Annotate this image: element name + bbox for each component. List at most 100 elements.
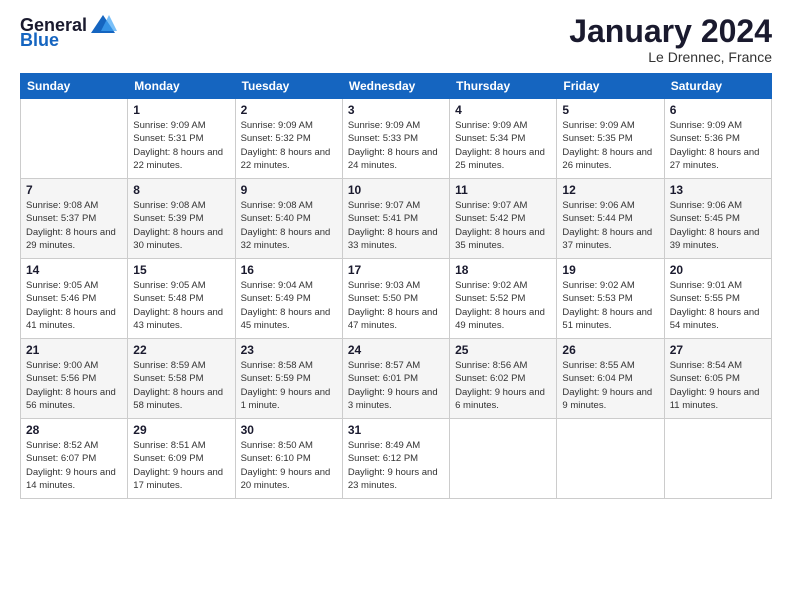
- day-number: 6: [670, 103, 766, 117]
- page: General Blue January 2024 Le Drennec, Fr…: [0, 0, 792, 612]
- day-info: Sunrise: 8:57 AMSunset: 6:01 PMDaylight:…: [348, 359, 444, 412]
- calendar-cell: 11 Sunrise: 9:07 AMSunset: 5:42 PMDayligh…: [450, 179, 557, 259]
- day-number: 17: [348, 263, 444, 277]
- day-number: 28: [26, 423, 122, 437]
- calendar-cell: 21Sunrise: 9:00 AMSunset: 5:56 PMDayligh…: [21, 339, 128, 419]
- day-info: Sunrise: 9:09 AMSunset: 5:33 PMDaylight:…: [348, 119, 444, 172]
- day-number: 22: [133, 343, 229, 357]
- day-info: Sunrise: 9:09 AMSunset: 5:36 PMDaylight:…: [670, 119, 766, 172]
- day-info: Sunrise: 9:02 AMSunset: 5:53 PMDaylight:…: [562, 279, 658, 332]
- day-info: Sunrise: 9:06 AMSunset: 5:44 PMDaylight:…: [562, 199, 658, 252]
- calendar-cell: [664, 419, 771, 499]
- day-info: Sunrise: 9:07 AMSunset: 5:41 PMDaylight:…: [348, 199, 444, 252]
- day-info: Sunrise: 8:54 AMSunset: 6:05 PMDaylight:…: [670, 359, 766, 412]
- day-info: Sunrise: 9:09 AMSunset: 5:31 PMDaylight:…: [133, 119, 229, 172]
- day-info: Sunrise: 9:07 AMSunset: 5:42 PMDaylight:…: [455, 199, 551, 252]
- logo-blue: Blue: [20, 31, 59, 49]
- calendar-cell: 4 Sunrise: 9:09 AMSunset: 5:34 PMDaylight…: [450, 99, 557, 179]
- day-number: 16: [241, 263, 337, 277]
- day-number: 10: [348, 183, 444, 197]
- logo-icon: [89, 13, 117, 35]
- day-info: Sunrise: 8:58 AMSunset: 5:59 PMDaylight:…: [241, 359, 337, 412]
- day-info: Sunrise: 8:55 AMSunset: 6:04 PMDaylight:…: [562, 359, 658, 412]
- location: Le Drennec, France: [569, 49, 772, 65]
- calendar-cell: [450, 419, 557, 499]
- month-title: January 2024: [569, 15, 772, 47]
- day-info: Sunrise: 9:03 AMSunset: 5:50 PMDaylight:…: [348, 279, 444, 332]
- calendar-week-row: 28Sunrise: 8:52 AMSunset: 6:07 PMDayligh…: [21, 419, 772, 499]
- day-number: 30: [241, 423, 337, 437]
- calendar-week-row: 21Sunrise: 9:00 AMSunset: 5:56 PMDayligh…: [21, 339, 772, 419]
- day-number: 7: [26, 183, 122, 197]
- day-number: 19: [562, 263, 658, 277]
- day-number: 9: [241, 183, 337, 197]
- calendar-cell: 31 Sunrise: 8:49 AMSunset: 6:12 PMDayligh…: [342, 419, 449, 499]
- day-info: Sunrise: 9:04 AMSunset: 5:49 PMDaylight:…: [241, 279, 337, 332]
- day-number: 11: [455, 183, 551, 197]
- day-number: 14: [26, 263, 122, 277]
- day-info: Sunrise: 9:02 AMSunset: 5:52 PMDaylight:…: [455, 279, 551, 332]
- day-info: Sunrise: 9:00 AMSunset: 5:56 PMDaylight:…: [26, 359, 122, 412]
- calendar-cell: 23Sunrise: 8:58 AMSunset: 5:59 PMDayligh…: [235, 339, 342, 419]
- calendar-cell: 17 Sunrise: 9:03 AMSunset: 5:50 PMDayligh…: [342, 259, 449, 339]
- logo: General Blue: [20, 15, 117, 49]
- header: General Blue January 2024 Le Drennec, Fr…: [20, 15, 772, 65]
- header-saturday: Saturday: [664, 74, 771, 99]
- calendar-cell: 14Sunrise: 9:05 AMSunset: 5:46 PMDayligh…: [21, 259, 128, 339]
- calendar-cell: 22 Sunrise: 8:59 AMSunset: 5:58 PMDayligh…: [128, 339, 235, 419]
- day-info: Sunrise: 8:50 AMSunset: 6:10 PMDaylight:…: [241, 439, 337, 492]
- day-number: 29: [133, 423, 229, 437]
- day-info: Sunrise: 9:08 AMSunset: 5:37 PMDaylight:…: [26, 199, 122, 252]
- calendar-cell: 5Sunrise: 9:09 AMSunset: 5:35 PMDaylight…: [557, 99, 664, 179]
- day-number: 18: [455, 263, 551, 277]
- day-number: 24: [348, 343, 444, 357]
- calendar-cell: 30 Sunrise: 8:50 AMSunset: 6:10 PMDayligh…: [235, 419, 342, 499]
- calendar-cell: [557, 419, 664, 499]
- day-info: Sunrise: 8:59 AMSunset: 5:58 PMDaylight:…: [133, 359, 229, 412]
- calendar-cell: 29 Sunrise: 8:51 AMSunset: 6:09 PMDayligh…: [128, 419, 235, 499]
- day-number: 8: [133, 183, 229, 197]
- day-info: Sunrise: 9:09 AMSunset: 5:32 PMDaylight:…: [241, 119, 337, 172]
- calendar-cell: 6 Sunrise: 9:09 AMSunset: 5:36 PMDaylight…: [664, 99, 771, 179]
- day-number: 31: [348, 423, 444, 437]
- calendar-week-row: 14Sunrise: 9:05 AMSunset: 5:46 PMDayligh…: [21, 259, 772, 339]
- header-wednesday: Wednesday: [342, 74, 449, 99]
- day-info: Sunrise: 8:49 AMSunset: 6:12 PMDaylight:…: [348, 439, 444, 492]
- day-info: Sunrise: 9:06 AMSunset: 5:45 PMDaylight:…: [670, 199, 766, 252]
- calendar-cell: 25Sunrise: 8:56 AMSunset: 6:02 PMDayligh…: [450, 339, 557, 419]
- header-thursday: Thursday: [450, 74, 557, 99]
- calendar-cell: 20 Sunrise: 9:01 AMSunset: 5:55 PMDayligh…: [664, 259, 771, 339]
- day-info: Sunrise: 9:05 AMSunset: 5:48 PMDaylight:…: [133, 279, 229, 332]
- day-number: 13: [670, 183, 766, 197]
- calendar-cell: 2 Sunrise: 9:09 AMSunset: 5:32 PMDaylight…: [235, 99, 342, 179]
- calendar-cell: 27 Sunrise: 8:54 AMSunset: 6:05 PMDayligh…: [664, 339, 771, 419]
- day-number: 3: [348, 103, 444, 117]
- day-info: Sunrise: 9:09 AMSunset: 5:35 PMDaylight:…: [562, 119, 658, 172]
- header-tuesday: Tuesday: [235, 74, 342, 99]
- day-info: Sunrise: 9:01 AMSunset: 5:55 PMDaylight:…: [670, 279, 766, 332]
- day-number: 2: [241, 103, 337, 117]
- calendar-cell: 28Sunrise: 8:52 AMSunset: 6:07 PMDayligh…: [21, 419, 128, 499]
- day-info: Sunrise: 8:51 AMSunset: 6:09 PMDaylight:…: [133, 439, 229, 492]
- calendar-week-row: 7 Sunrise: 9:08 AMSunset: 5:37 PMDaylight…: [21, 179, 772, 259]
- day-info: Sunrise: 8:56 AMSunset: 6:02 PMDaylight:…: [455, 359, 551, 412]
- header-monday: Monday: [128, 74, 235, 99]
- calendar-cell: 10 Sunrise: 9:07 AMSunset: 5:41 PMDayligh…: [342, 179, 449, 259]
- day-info: Sunrise: 9:08 AMSunset: 5:39 PMDaylight:…: [133, 199, 229, 252]
- calendar-week-row: 1Sunrise: 9:09 AMSunset: 5:31 PMDaylight…: [21, 99, 772, 179]
- calendar-cell: 8 Sunrise: 9:08 AMSunset: 5:39 PMDaylight…: [128, 179, 235, 259]
- day-info: Sunrise: 9:09 AMSunset: 5:34 PMDaylight:…: [455, 119, 551, 172]
- day-number: 4: [455, 103, 551, 117]
- day-number: 27: [670, 343, 766, 357]
- day-number: 20: [670, 263, 766, 277]
- calendar-cell: 7 Sunrise: 9:08 AMSunset: 5:37 PMDaylight…: [21, 179, 128, 259]
- calendar-cell: 19 Sunrise: 9:02 AMSunset: 5:53 PMDayligh…: [557, 259, 664, 339]
- calendar-cell: 3 Sunrise: 9:09 AMSunset: 5:33 PMDaylight…: [342, 99, 449, 179]
- calendar-cell: 9 Sunrise: 9:08 AMSunset: 5:40 PMDaylight…: [235, 179, 342, 259]
- day-info: Sunrise: 9:08 AMSunset: 5:40 PMDaylight:…: [241, 199, 337, 252]
- day-number: 15: [133, 263, 229, 277]
- calendar-cell: 13 Sunrise: 9:06 AMSunset: 5:45 PMDayligh…: [664, 179, 771, 259]
- calendar-cell: 16 Sunrise: 9:04 AMSunset: 5:49 PMDayligh…: [235, 259, 342, 339]
- calendar-cell: 24 Sunrise: 8:57 AMSunset: 6:01 PMDayligh…: [342, 339, 449, 419]
- calendar-cell: 1Sunrise: 9:09 AMSunset: 5:31 PMDaylight…: [128, 99, 235, 179]
